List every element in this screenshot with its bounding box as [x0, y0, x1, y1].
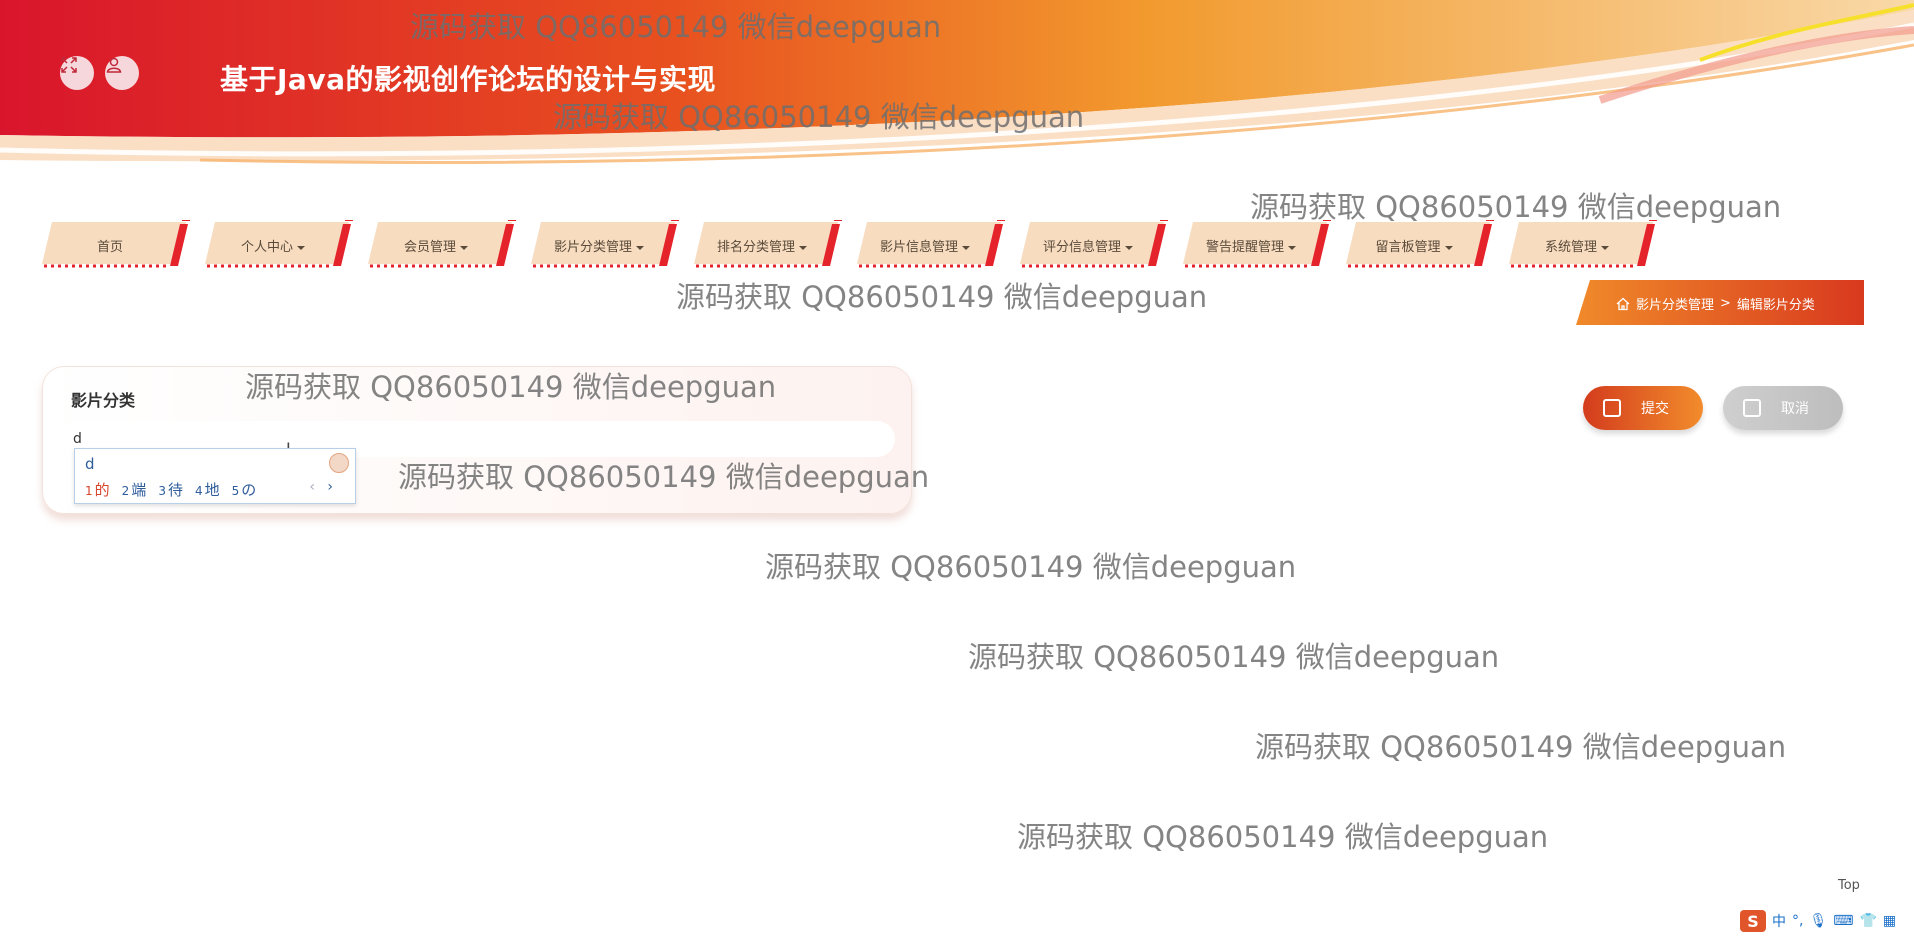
check-square-icon [1603, 399, 1621, 417]
chevron-down-icon [962, 245, 970, 250]
watermark: 源码获取 QQ86050149 微信deepguan [1255, 730, 1787, 764]
nav-item-6[interactable]: 评分信息管理 [1018, 220, 1168, 268]
sogou-logo-icon[interactable]: S [1740, 910, 1766, 932]
chevron-down-icon [799, 245, 807, 250]
ime-logo-icon [329, 453, 349, 473]
nav-item-2[interactable]: 会员管理 [366, 220, 516, 268]
ime-candidate[interactable]: 5の [232, 479, 257, 500]
ime-status-bar: S 中 °, 🎙 ⌨ 👕 ▦ [1740, 908, 1896, 934]
nav-item-5[interactable]: 影片信息管理 [855, 220, 1005, 268]
chevron-down-icon [1601, 245, 1609, 250]
nav-item-7[interactable]: 警告提醒管理 [1181, 220, 1331, 268]
chevron-down-icon [1288, 245, 1296, 250]
nav-item-0[interactable]: 首页 [40, 220, 190, 268]
expand-icon [61, 57, 77, 73]
ime-prev-button[interactable]: ‹ [309, 479, 315, 495]
nav-item-label: 首页 [96, 240, 123, 255]
watermark: 源码获取 QQ86050149 微信deepguan [765, 550, 1297, 584]
breadcrumb-current: 编辑影片分类 [1736, 298, 1815, 313]
ime-punct-toggle[interactable]: °, [1792, 913, 1803, 929]
back-to-top-link[interactable]: Top [1838, 878, 1860, 893]
ime-candidate[interactable]: 4地 [195, 479, 220, 500]
submit-button[interactable]: 提交 [1583, 386, 1703, 430]
category-label: 影片分类 [71, 391, 136, 410]
cancel-button[interactable]: 取消 [1723, 386, 1843, 430]
breadcrumb: 影片分类管理 > 编辑影片分类 [1576, 280, 1864, 325]
app-title: 基于Java的影视创作论坛的设计与实现 [220, 63, 716, 96]
watermark: 源码获取 QQ86050149 微信deepguan [1017, 820, 1549, 854]
ime-candidate[interactable]: 3待 [158, 479, 183, 500]
ime-candidate-popup: d 1的 2端 3待 4地 5の ‹ › [74, 448, 356, 504]
nav-item-9[interactable]: 系统管理 [1507, 220, 1657, 268]
nav-item-label: 个人中心 [203, 236, 343, 255]
chevron-down-icon [297, 245, 305, 250]
nav-item-8[interactable]: 留言板管理 [1344, 220, 1494, 268]
nav-item-label: 影片分类管理 [529, 236, 669, 255]
nav-item-4[interactable]: 排名分类管理 [692, 220, 842, 268]
ime-candidate[interactable]: 1的 [85, 479, 110, 500]
ime-composition: d [85, 455, 95, 473]
nav-item-1[interactable]: 个人中心 [203, 220, 353, 268]
nav-item-label: 警告提醒管理 [1181, 236, 1321, 255]
chevron-down-icon [1444, 245, 1453, 250]
skin-icon[interactable]: 👕 [1859, 913, 1876, 929]
home-icon [1616, 297, 1630, 310]
fullscreen-button[interactable] [60, 56, 94, 90]
watermark: 源码获取 QQ86050149 微信deepguan [676, 280, 1208, 314]
user-icon [106, 57, 122, 73]
nav-item-3[interactable]: 影片分类管理 [529, 220, 679, 268]
nav-item-label: 评分信息管理 [1018, 236, 1158, 255]
watermark: 源码获取 QQ86050149 微信deepguan [968, 640, 1500, 674]
header-banner: 基于Java的影视创作论坛的设计与实现 [0, 0, 1914, 195]
user-button[interactable] [105, 56, 139, 90]
grid-icon[interactable]: ▦ [1883, 913, 1896, 929]
chevron-down-icon [1125, 245, 1133, 250]
breadcrumb-section[interactable]: 影片分类管理 [1636, 294, 1714, 313]
ime-next-button[interactable]: › [327, 479, 333, 495]
chevron-down-icon [636, 245, 644, 250]
nav-item-label: 会员管理 [366, 236, 506, 255]
nav-item-label: 系统管理 [1507, 236, 1647, 255]
ime-lang-toggle[interactable]: 中 [1772, 911, 1786, 931]
breadcrumb-separator: > [1720, 296, 1731, 311]
ime-candidate[interactable]: 2端 [122, 479, 147, 500]
keyboard-icon[interactable]: ⌨ [1833, 913, 1853, 929]
close-square-icon [1743, 399, 1761, 417]
microphone-icon[interactable]: 🎙 [1809, 913, 1827, 929]
nav-item-label: 影片信息管理 [855, 236, 995, 255]
nav-item-label: 留言板管理 [1344, 236, 1484, 255]
chevron-down-icon [460, 245, 468, 250]
nav-item-label: 排名分类管理 [692, 236, 832, 255]
